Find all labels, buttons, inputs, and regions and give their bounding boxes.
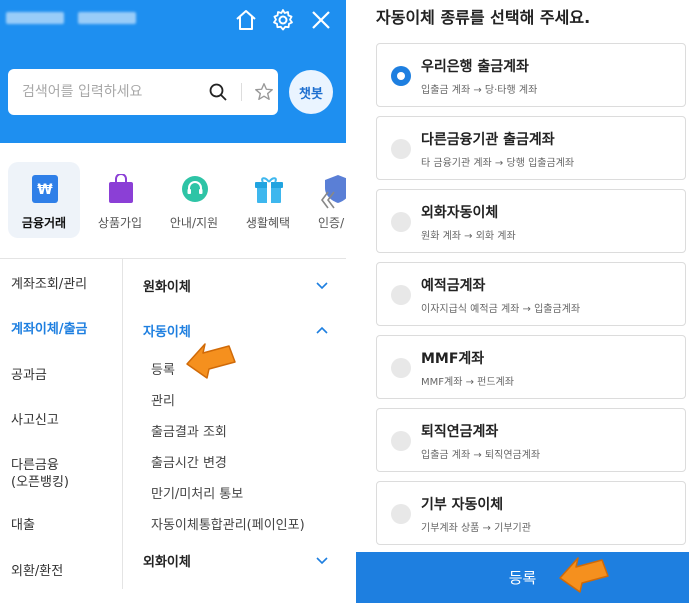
chevron-down-icon[interactable] bbox=[316, 557, 328, 565]
category-label: 인증/ bbox=[318, 216, 345, 230]
category-row: ₩ 금융거래 상품가입 안내/지원 생활혜택 인증/ bbox=[0, 162, 346, 242]
headset-icon bbox=[182, 176, 208, 202]
option-mmf-account[interactable]: MMF계좌 MMF계좌 → 펀드계좌 bbox=[376, 335, 686, 399]
option-desc: 타 금융기관 계좌 → 당행 입출금계좌 bbox=[421, 158, 575, 169]
blurred-user-info bbox=[6, 12, 64, 24]
search-box bbox=[8, 69, 278, 115]
submenu-item-withdrawal-time[interactable]: 출금시간 변경 bbox=[151, 452, 227, 471]
menu-item-foreign-exchange[interactable]: 외환/환전 bbox=[11, 563, 63, 580]
category-label: 금융거래 bbox=[21, 216, 67, 230]
category-product-signup[interactable]: 상품가입 bbox=[84, 162, 156, 238]
page-title: 자동이체 종류를 선택해 주세요. bbox=[376, 8, 591, 27]
blurred-user-name bbox=[78, 12, 136, 24]
submenu-item-withdrawal-result[interactable]: 출금결과 조회 bbox=[151, 421, 227, 440]
menu-item-transfer-withdrawal[interactable]: 계좌이체/출금 bbox=[11, 321, 88, 338]
left-panel: 챗봇 ₩ 금융거래 상품가입 안내/지원 bbox=[0, 0, 346, 603]
option-title: 외화자동이체 bbox=[421, 205, 499, 221]
category-guide-support[interactable]: 안내/지원 bbox=[158, 162, 230, 238]
radio-button[interactable] bbox=[391, 358, 411, 378]
svg-text:₩: ₩ bbox=[37, 182, 53, 198]
submenu-item-register[interactable]: 등록 bbox=[151, 359, 175, 378]
radio-button[interactable] bbox=[391, 212, 411, 232]
submenu-item-manage[interactable]: 관리 bbox=[151, 390, 175, 409]
option-woori-account[interactable]: 우리은행 출금계좌 입출금 계좌 → 당·타행 계좌 bbox=[376, 43, 686, 107]
category-label: 상품가입 bbox=[97, 216, 143, 230]
radio-button[interactable] bbox=[391, 66, 411, 86]
option-title: MMF계좌 bbox=[421, 351, 485, 367]
search-icon[interactable] bbox=[208, 82, 228, 102]
chevron-left-double-icon[interactable] bbox=[320, 190, 336, 210]
option-donation[interactable]: 기부 자동이체 기부계좌 상품 → 기부기관 bbox=[376, 481, 686, 545]
shopping-bag-icon bbox=[109, 174, 133, 203]
option-other-institution[interactable]: 다른금융기관 출금계좌 타 금융기관 계좌 → 당행 입출금계좌 bbox=[376, 116, 686, 180]
star-icon[interactable] bbox=[253, 81, 275, 103]
pointer-arrow-icon bbox=[186, 343, 236, 379]
menu-item-open-banking[interactable]: 다른금융 (오픈뱅킹) bbox=[11, 457, 69, 491]
sub-menu: 원화이체 자동이체 등록 관리 출금결과 조회 출금시간 변경 만기/미처리 통… bbox=[123, 259, 346, 603]
gear-icon[interactable] bbox=[271, 8, 295, 32]
search-input[interactable] bbox=[22, 81, 202, 103]
won-card-icon: ₩ bbox=[32, 175, 58, 203]
pointer-arrow-icon bbox=[559, 557, 609, 593]
submenu-item-maturity-notice[interactable]: 만기/미처리 통보 bbox=[151, 483, 243, 502]
category-life-benefits[interactable]: 생활혜택 bbox=[232, 162, 304, 238]
register-button[interactable]: 등록 bbox=[356, 552, 689, 603]
home-icon[interactable] bbox=[234, 8, 258, 32]
submenu-item-payinfo[interactable]: 자동이체통합관리(페이인포) bbox=[151, 514, 305, 533]
menu-item-accident-report[interactable]: 사고신고 bbox=[11, 412, 59, 429]
submenu-won-transfer[interactable]: 원화이체 bbox=[143, 276, 191, 295]
option-title: 퇴직연금계좌 bbox=[421, 424, 499, 440]
gift-icon bbox=[255, 177, 283, 203]
option-title: 다른금융기관 출금계좌 bbox=[421, 132, 555, 148]
option-desc: 원화 계좌 → 외화 계좌 bbox=[421, 231, 516, 242]
main-menu: 계좌조회/관리 계좌이체/출금 공과금 사고신고 다른금융 (오픈뱅킹) 대출 … bbox=[0, 259, 122, 603]
category-label: 생활혜택 bbox=[245, 216, 291, 230]
menu-item-loan[interactable]: 대출 bbox=[11, 517, 35, 534]
option-foreign-currency[interactable]: 외화자동이체 원화 계좌 → 외화 계좌 bbox=[376, 189, 686, 253]
option-desc: MMF계좌 → 펀드계좌 bbox=[421, 377, 514, 388]
option-title: 예적금계좌 bbox=[421, 278, 486, 294]
app-header: 챗봇 bbox=[0, 0, 346, 143]
option-savings-account[interactable]: 예적금계좌 이자지급식 예적금 계좌 → 입출금계좌 bbox=[376, 262, 686, 326]
chevron-up-icon[interactable] bbox=[316, 326, 328, 334]
menu-item-account-inquiry[interactable]: 계좌조회/관리 bbox=[11, 276, 87, 293]
option-desc: 입출금 계좌 → 당·타행 계좌 bbox=[421, 85, 538, 96]
option-desc: 이자지급식 예적금 계좌 → 입출금계좌 bbox=[421, 304, 581, 315]
right-panel: 자동이체 종류를 선택해 주세요. 우리은행 출금계좌 입출금 계좌 → 당·타… bbox=[356, 0, 689, 603]
option-title: 우리은행 출금계좌 bbox=[421, 59, 529, 75]
option-title: 기부 자동이체 bbox=[421, 497, 504, 513]
option-desc: 입출금 계좌 → 퇴직연금계좌 bbox=[421, 450, 541, 461]
radio-button[interactable] bbox=[391, 139, 411, 159]
chatbot-button[interactable]: 챗봇 bbox=[289, 70, 333, 114]
submenu-foreign-transfer[interactable]: 외화이체 bbox=[143, 551, 191, 570]
category-financial-transaction[interactable]: ₩ 금융거래 bbox=[8, 162, 80, 238]
close-icon[interactable] bbox=[309, 8, 333, 32]
category-label: 안내/지원 bbox=[169, 216, 219, 230]
option-pension-account[interactable]: 퇴직연금계좌 입출금 계좌 → 퇴직연금계좌 bbox=[376, 408, 686, 472]
radio-button[interactable] bbox=[391, 431, 411, 451]
chevron-down-icon[interactable] bbox=[316, 282, 328, 290]
category-auth[interactable]: 인증/ bbox=[306, 162, 346, 238]
search-divider bbox=[241, 83, 242, 101]
menu-item-utility-bills[interactable]: 공과금 bbox=[11, 367, 47, 384]
option-desc: 기부계좌 상품 → 기부기관 bbox=[421, 523, 531, 534]
radio-button[interactable] bbox=[391, 504, 411, 524]
radio-button[interactable] bbox=[391, 285, 411, 305]
